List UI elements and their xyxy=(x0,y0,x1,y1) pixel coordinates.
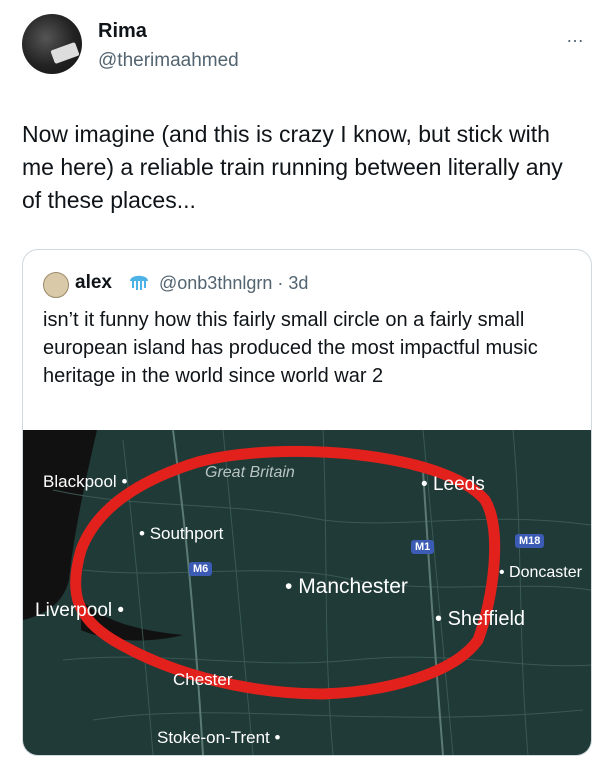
quoted-tweet[interactable]: alex @onb3thnlgrn · 3d isn’t it funny ho… xyxy=(22,249,592,756)
city-leeds[interactable]: • Leeds xyxy=(421,474,485,496)
city-blackpool[interactable]: Blackpool • xyxy=(43,472,127,492)
quoted-meta: @onb3thnlgrn · 3d xyxy=(159,273,308,294)
author-handle[interactable]: @therimaahmed xyxy=(98,50,239,72)
road-shield-m6: M6 xyxy=(189,562,213,576)
city-southport[interactable]: • Southport xyxy=(139,524,223,544)
city-stoke-label: Stoke-on-Trent xyxy=(157,728,270,747)
road-shield-m1: M1 xyxy=(411,540,435,554)
meta-separator: · xyxy=(277,273,284,293)
city-chester[interactable]: Chester xyxy=(173,670,233,690)
city-sheffield[interactable]: • Sheffield xyxy=(435,608,525,631)
city-doncaster-label: Doncaster xyxy=(509,564,582,581)
city-stoke[interactable]: Stoke-on-Trent • xyxy=(157,728,280,748)
city-manchester[interactable]: • Manchester xyxy=(285,575,408,599)
quoted-age: 3d xyxy=(288,273,309,293)
city-manchester-label: Manchester xyxy=(298,575,408,598)
map-label-great-britain: Great Britain xyxy=(205,464,295,481)
quoted-text: isn’t it funny how this fairly small cir… xyxy=(43,309,538,387)
city-doncaster[interactable]: • Doncaster xyxy=(499,564,582,582)
tweet-text: Now imagine (and this is crazy I know, b… xyxy=(22,121,563,213)
city-liverpool[interactable]: Liverpool • xyxy=(35,600,124,622)
quoted-author-name[interactable]: alex xyxy=(75,272,112,294)
city-sheffield-label: Sheffield xyxy=(447,608,526,630)
tweet-avatar[interactable] xyxy=(22,14,82,74)
map-image[interactable]: Great Britain Blackpool • • Southport Li… xyxy=(23,430,591,755)
m6-road xyxy=(172,430,204,755)
author-name[interactable]: Rima xyxy=(98,20,147,43)
city-blackpool-label: Blackpool xyxy=(43,472,117,491)
more-options-icon[interactable]: … xyxy=(566,26,585,47)
road-shield-m18: M18 xyxy=(515,534,545,548)
quoted-avatar[interactable] xyxy=(43,272,69,298)
sea-area xyxy=(23,430,97,620)
city-leeds-label: Leeds xyxy=(432,474,485,495)
city-southport-label: Southport xyxy=(149,524,224,543)
quoted-author-handle[interactable]: @onb3thnlgrn xyxy=(159,273,272,293)
city-liverpool-label: Liverpool xyxy=(35,600,113,621)
jellyfish-badge-icon xyxy=(130,275,148,290)
